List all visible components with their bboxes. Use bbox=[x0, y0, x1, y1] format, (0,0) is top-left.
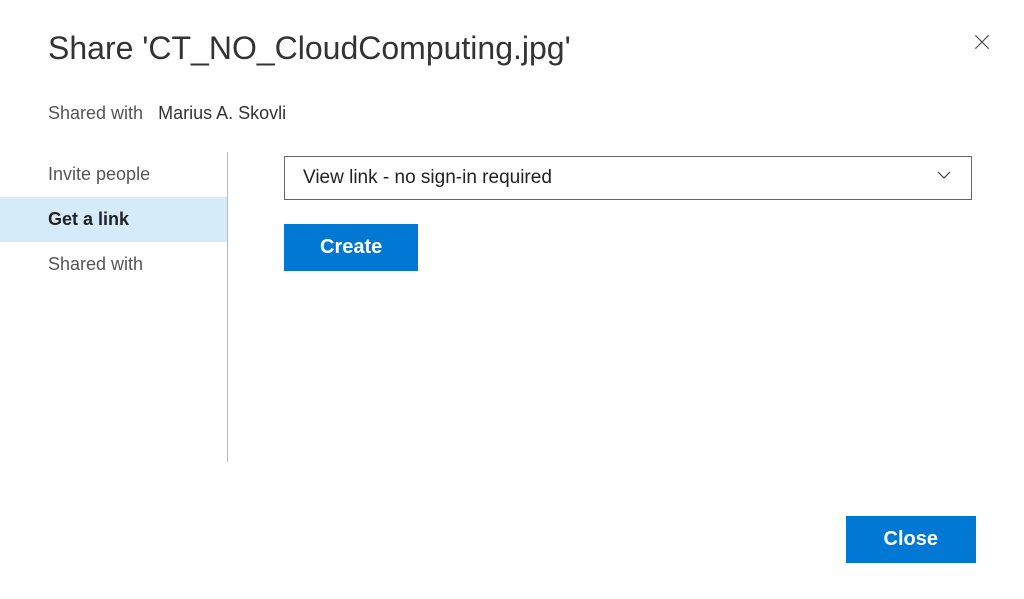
share-dialog: Share 'CT_NO_CloudComputing.jpg' Shared … bbox=[0, 0, 1024, 599]
sidebar-item-label: Invite people bbox=[48, 164, 150, 184]
link-type-dropdown[interactable]: View link - no sign-in required bbox=[284, 156, 972, 200]
main-panel: View link - no sign-in required Create bbox=[228, 152, 976, 271]
sidebar-item-shared-with[interactable]: Shared with bbox=[48, 242, 227, 287]
sidebar-item-get-a-link[interactable]: Get a link bbox=[0, 197, 227, 242]
dropdown-selected-label: View link - no sign-in required bbox=[303, 167, 552, 189]
sidebar: Invite people Get a link Shared with bbox=[48, 152, 228, 462]
dialog-title: Share 'CT_NO_CloudComputing.jpg' bbox=[48, 30, 976, 67]
chevron-down-icon bbox=[935, 166, 953, 190]
shared-with-line: Shared with Marius A. Skovli bbox=[48, 103, 976, 124]
shared-with-name: Marius A. Skovli bbox=[158, 103, 286, 123]
close-button[interactable]: Close bbox=[846, 516, 976, 563]
sidebar-item-label: Shared with bbox=[48, 254, 143, 274]
sidebar-item-invite-people[interactable]: Invite people bbox=[48, 152, 227, 197]
create-button[interactable]: Create bbox=[284, 224, 418, 271]
shared-with-label: Shared with bbox=[48, 103, 143, 123]
sidebar-item-label: Get a link bbox=[48, 209, 129, 229]
close-icon[interactable] bbox=[970, 30, 994, 54]
